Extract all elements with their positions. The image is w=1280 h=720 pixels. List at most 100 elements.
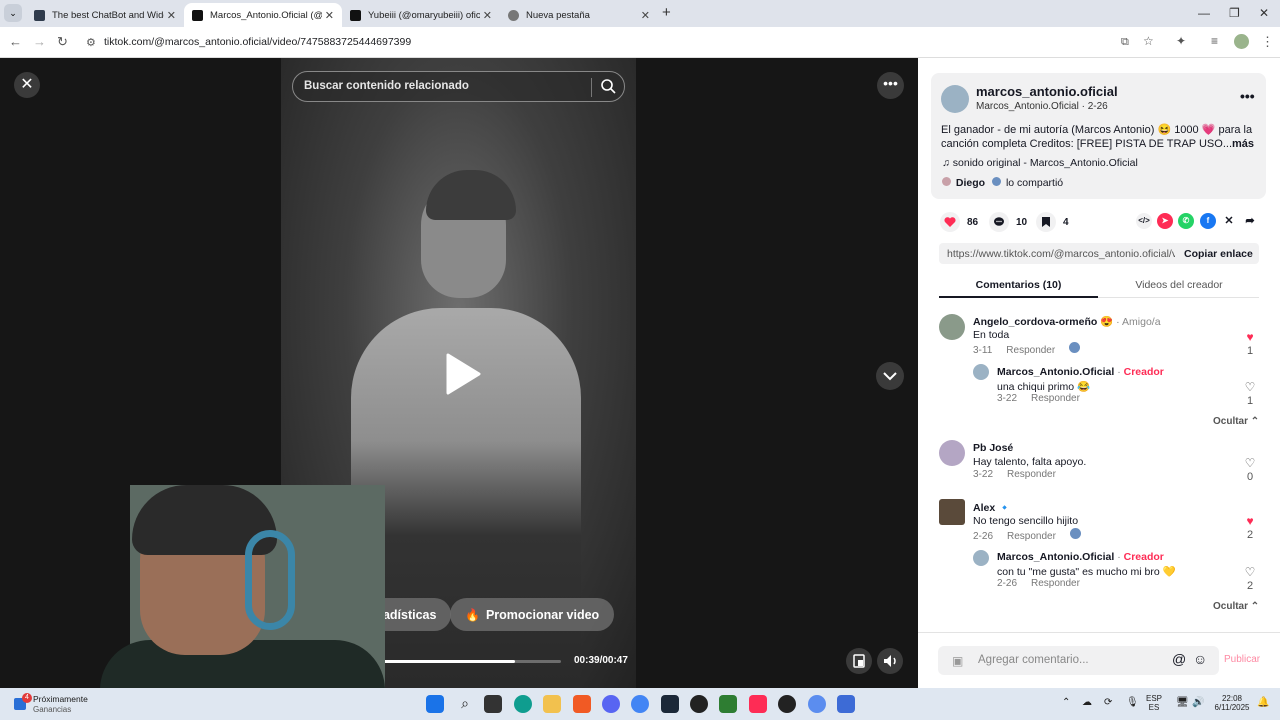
reply-link[interactable]: Responder (1006, 345, 1055, 356)
search-taskbar-icon[interactable]: ⌕ (456, 695, 474, 713)
tray-chevron-icon[interactable]: ⌃ (1062, 697, 1070, 708)
embed-icon[interactable]: </> (1136, 213, 1152, 229)
qbittorrent-icon[interactable] (808, 695, 826, 713)
video-link-text[interactable]: https://www.tiktok.com/@marcos_antonio.o… (947, 248, 1175, 260)
url-field[interactable]: tiktok.com/@marcos_antonio.oficial/video… (104, 36, 411, 48)
language-indicator[interactable]: ESP ES (1146, 694, 1162, 712)
reply-like[interactable]: ♡ 1 (1240, 380, 1260, 407)
save-stat[interactable]: 4 (1036, 212, 1069, 232)
steam-icon[interactable] (661, 695, 679, 713)
next-video-button[interactable] (876, 362, 904, 390)
menu-dots-icon[interactable]: ⋮ (1261, 34, 1274, 50)
like-stat[interactable]: 86 (940, 212, 978, 232)
author-avatar[interactable] (941, 85, 969, 113)
comment-stat[interactable]: 10 (989, 212, 1027, 232)
volume-tray-icon[interactable]: 🔊 (1192, 697, 1204, 708)
media-control-icon[interactable]: ≡ (1211, 34, 1218, 48)
send-to-friends-icon[interactable]: ➤ (1157, 213, 1173, 229)
network-icon[interactable]: 🖥 (1176, 697, 1189, 708)
tab-comments[interactable]: Comentarios (10) (939, 279, 1098, 291)
reply-link[interactable]: Responder (1007, 531, 1056, 542)
share-arrow-icon[interactable]: ➦ (1242, 213, 1258, 229)
x-twitter-icon[interactable]: ✕ (1221, 213, 1237, 229)
close-video-icon[interactable]: ✕ (14, 72, 40, 98)
discord-icon[interactable] (602, 695, 620, 713)
reply-link[interactable]: Responder (1031, 578, 1080, 589)
widgets-button[interactable]: 4 Próximamente Ganancias (14, 692, 94, 716)
reload-icon[interactable]: ↻ (57, 34, 68, 50)
hide-replies-button[interactable]: Ocultar ⌃ (1213, 601, 1259, 612)
clock[interactable]: 22:08 6/11/2025 (1212, 694, 1252, 712)
image-icon[interactable]: ▣ (952, 654, 963, 668)
hide-replies-button[interactable]: Ocultar ⌃ (1213, 416, 1259, 427)
publish-button[interactable]: Publicar (1224, 654, 1260, 665)
new-tab-icon[interactable]: + (662, 4, 671, 21)
obs-icon[interactable] (778, 695, 796, 713)
reply-author[interactable]: Marcos_Antonio.Oficial · Creador (997, 551, 1164, 563)
more-options-icon[interactable]: ••• (877, 72, 904, 99)
reply-avatar[interactable] (973, 550, 989, 566)
restore-icon[interactable]: ❐ (1229, 6, 1240, 20)
whatsapp-icon[interactable]: ✆ (1178, 213, 1194, 229)
notification-icon[interactable]: 🔔 (1257, 697, 1269, 708)
tray-sync-icon[interactable]: ⟳ (1104, 697, 1112, 708)
comment-author[interactable]: Angelo_cordova-ormeño 😍 · Amigo/a (973, 315, 1161, 328)
bookmark-star-icon[interactable]: ☆ (1143, 34, 1154, 48)
profile-avatar[interactable] (1234, 34, 1249, 49)
close-tab-icon[interactable]: ✕ (641, 9, 650, 22)
start-windows-icon[interactable] (426, 695, 444, 713)
related-search-box[interactable]: Buscar contenido relacionado (292, 71, 625, 102)
shared-by-name[interactable]: Diego (956, 177, 985, 189)
back-icon[interactable]: ← (9, 34, 22, 49)
browser-tab[interactable]: Yubeiii (@omaryubeiii) oficial | T ✕ (342, 3, 500, 27)
brave-icon[interactable] (573, 695, 591, 713)
comment-author[interactable]: Pb José (973, 442, 1013, 454)
close-window-icon[interactable]: ✕ (1259, 6, 1269, 20)
reply-link[interactable]: Responder (1007, 469, 1056, 480)
facebook-icon[interactable]: f (1200, 213, 1216, 229)
microphone-icon[interactable]: 🎙 (1126, 697, 1139, 708)
install-app-icon[interactable]: ⧉ (1121, 36, 1129, 49)
reply-avatar[interactable] (973, 364, 989, 380)
close-tab-icon[interactable]: ✕ (483, 9, 492, 22)
comment-like[interactable]: ♡ 0 (1240, 456, 1260, 483)
tray-cloud-icon[interactable]: ☁ (1082, 697, 1092, 708)
app-blue-icon[interactable] (837, 695, 855, 713)
commenter-avatar[interactable] (939, 499, 965, 525)
minimize-icon[interactable]: — (1198, 6, 1210, 20)
search-icon[interactable] (600, 78, 617, 95)
close-tab-icon[interactable]: ✕ (167, 9, 176, 22)
promote-button[interactable]: 🔥 Promocionar video (450, 598, 615, 631)
emoji-icon[interactable]: ☺ (1193, 651, 1207, 667)
forward-icon[interactable]: → (33, 34, 46, 49)
browser-tab-active[interactable]: Marcos_Antonio.Oficial (@marcos ✕ (184, 3, 342, 27)
extensions-icon[interactable]: ✦ (1176, 34, 1186, 48)
comment-author[interactable]: Alex 🔹 (973, 501, 1011, 514)
close-tab-icon[interactable]: ✕ (325, 9, 334, 22)
task-view-icon[interactable] (484, 695, 502, 713)
browser-tab[interactable]: Nueva pestaña ✕ (500, 3, 658, 27)
site-info-icon[interactable]: ⚙ (86, 36, 96, 49)
tiktok-app-icon[interactable] (749, 695, 767, 713)
floating-player-button[interactable] (846, 648, 872, 674)
tab-search-icon[interactable]: ⌄ (4, 4, 22, 22)
reply-author[interactable]: Marcos_Antonio.Oficial · Creador (997, 366, 1164, 378)
volume-button[interactable] (877, 648, 903, 674)
edge-icon[interactable] (514, 695, 532, 713)
sound-link[interactable]: ♫ sonido original - Marcos_Antonio.Ofici… (942, 157, 1138, 169)
play-icon[interactable] (444, 353, 482, 395)
comment-like[interactable]: ♥ 1 (1240, 330, 1260, 357)
reply-link[interactable]: Responder (1031, 393, 1080, 404)
author-username[interactable]: marcos_antonio.oficial (976, 84, 1118, 99)
commenter-avatar[interactable] (939, 440, 965, 466)
reply-like[interactable]: ♡ 2 (1240, 565, 1260, 592)
app-green-icon[interactable] (719, 695, 737, 713)
mention-icon[interactable]: @ (1172, 651, 1186, 667)
more-link[interactable]: más (1232, 137, 1254, 151)
tab-creator-videos[interactable]: Videos del creador (1099, 279, 1259, 291)
chrome-icon[interactable] (631, 695, 649, 713)
comment-like[interactable]: ♥ 2 (1240, 514, 1260, 541)
browser-tab[interactable]: The best ChatBot and Widgets ✕ (26, 3, 184, 27)
copy-link-button[interactable]: Copiar enlace (1184, 248, 1253, 260)
comment-input[interactable]: ▣ Agregar comentario... @ ☺ (938, 646, 1219, 675)
